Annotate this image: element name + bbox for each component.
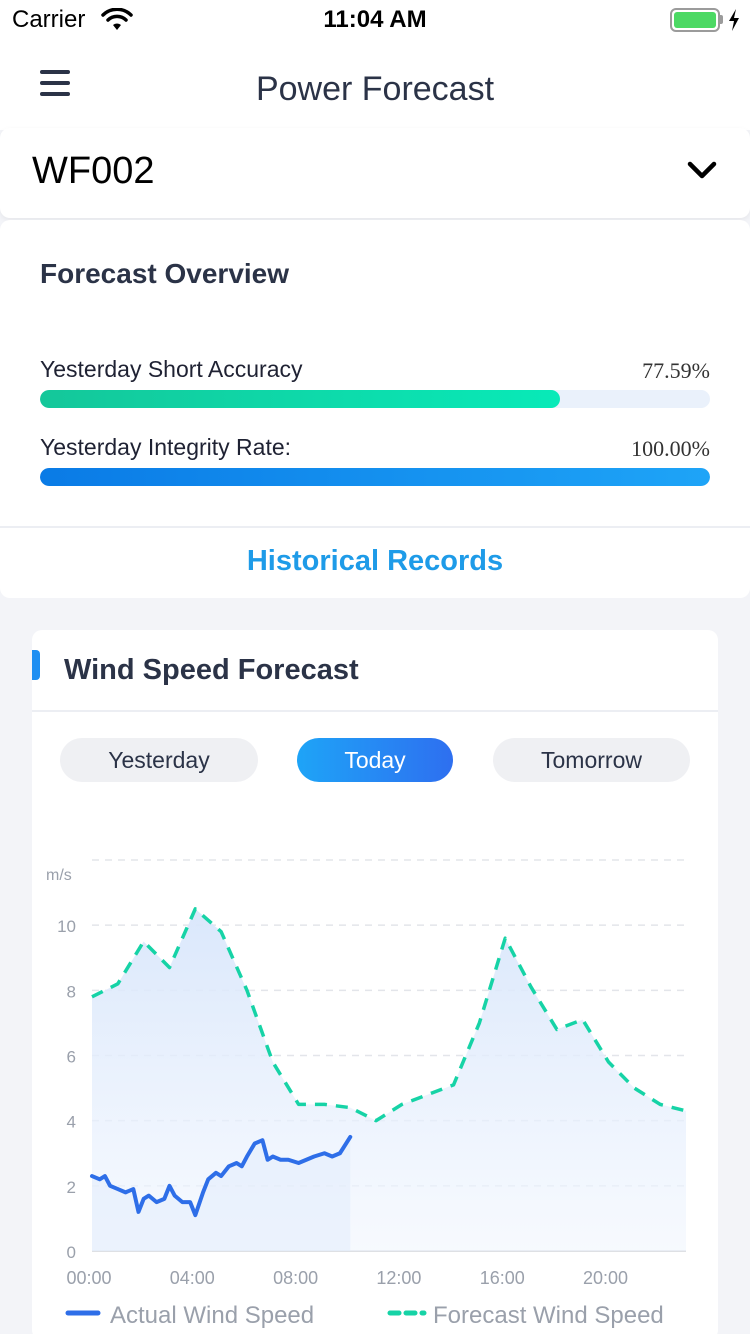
overview-title: Forecast Overview <box>40 258 290 289</box>
x-tick-label: 16:00 <box>480 1268 525 1288</box>
nav-bar: Power Forecast <box>0 40 750 130</box>
status-time: 11:04 AM <box>323 6 427 33</box>
integrity-rate-value: 100.00% <box>631 436 710 461</box>
y-axis-label: m/s <box>46 867 72 884</box>
x-tick-label: 20:00 <box>583 1268 628 1288</box>
battery-cap <box>720 15 723 24</box>
chevron-down-icon <box>686 158 718 187</box>
y-tick-label: 10 <box>57 917 76 936</box>
charging-icon <box>727 8 741 37</box>
overview-divider <box>0 526 750 528</box>
short-accuracy-bar <box>40 390 710 408</box>
integrity-rate-bar-fill <box>40 468 710 486</box>
integrity-rate-bar <box>40 468 710 486</box>
integrity-rate-label: Yesterday Integrity Rate: <box>40 434 292 460</box>
station-selector-value: WF002 <box>32 150 155 192</box>
y-tick-label: 8 <box>67 982 76 1001</box>
x-tick-label: 00:00 <box>66 1268 111 1288</box>
y-tick-label: 4 <box>67 1113 76 1132</box>
historical-records-link[interactable]: Historical Records <box>0 545 750 578</box>
station-selector[interactable]: WF002 <box>0 128 750 218</box>
page-title: Power Forecast <box>255 70 495 108</box>
legend-forecast-label: Forecast Wind Speed <box>433 1302 664 1329</box>
short-accuracy-label: Yesterday Short Accuracy <box>40 356 303 382</box>
wind-speed-card: Wind Speed Forecast Yesterday Today Tomo… <box>32 630 718 1334</box>
x-tick-label: 12:00 <box>376 1268 421 1288</box>
battery-icon <box>670 8 720 32</box>
wind-speed-chart: 0 2 4 6 8 10 m/s 00:00 04:00 08:00 12:00 16:00 20:00… <box>46 859 687 1329</box>
short-accuracy-value: 77.59% <box>642 358 710 383</box>
y-tick-label: 0 <box>67 1243 76 1262</box>
legend-actual-label: Actual Wind Speed <box>110 1302 314 1329</box>
x-tick-label: 04:00 <box>170 1268 215 1288</box>
status-bar: Carrier 11:04 AM <box>0 0 750 40</box>
short-accuracy-bar-fill <box>40 390 560 408</box>
x-tick-label: 08:00 <box>273 1268 318 1288</box>
forecast-overview-card: Forecast Overview Yesterday Short Accura… <box>0 220 750 598</box>
y-tick-label: 2 <box>67 1178 76 1197</box>
y-tick-label: 6 <box>67 1048 76 1067</box>
